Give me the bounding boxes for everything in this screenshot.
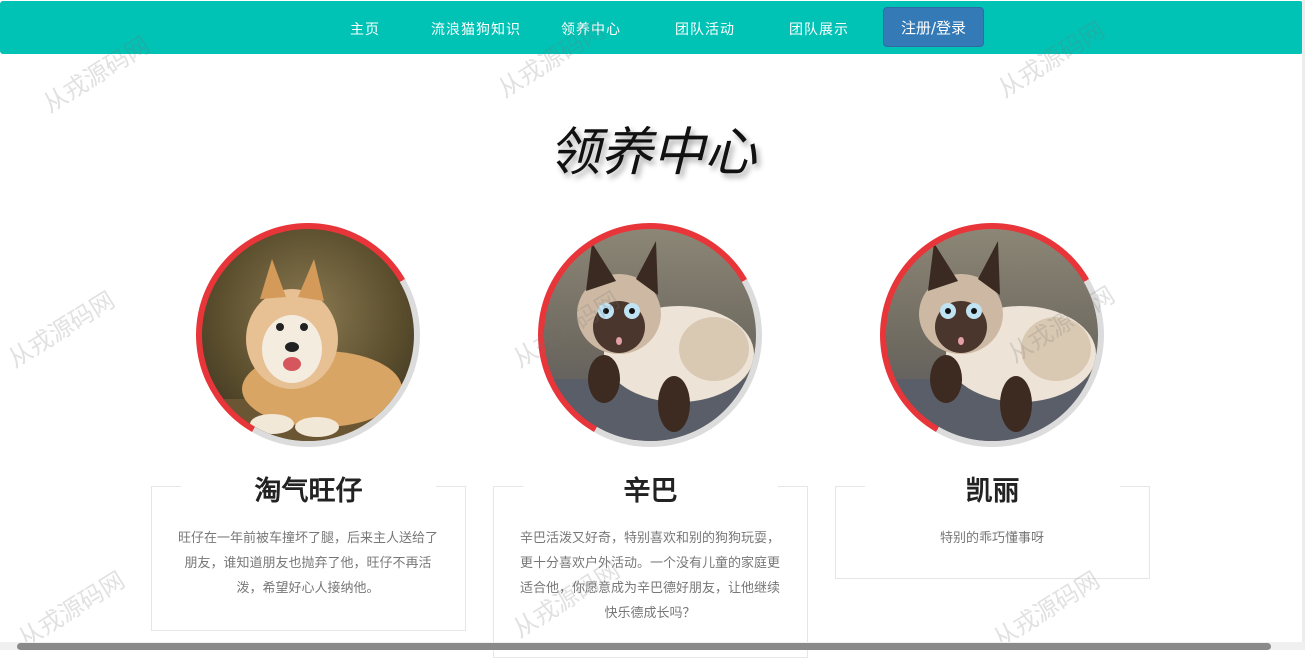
photo-ring — [196, 223, 420, 447]
watermark: 从戎源码网 — [13, 565, 130, 654]
pet-name: 辛巴 — [623, 476, 678, 507]
pet-name: 凯丽 — [965, 476, 1020, 507]
pet-description: 旺仔在一年前被车撞坏了腿，后来主人送给了朋友，谁知道朋友也抛弃了他，旺仔不再活泼… — [177, 531, 438, 596]
nav-item-adoption[interactable]: 领养中心 — [561, 19, 621, 39]
cat-photo — [544, 229, 756, 441]
scrollbar-thumb[interactable] — [17, 643, 1271, 650]
nav-item-home[interactable]: 主页 — [350, 19, 380, 39]
nav-item-activities[interactable]: 团队活动 — [675, 19, 735, 39]
page-title: 领养中心 — [548, 123, 757, 183]
nav-item-team[interactable]: 团队展示 — [789, 19, 849, 39]
pet-description: 特别的乖巧懂事呀 — [939, 531, 1044, 546]
dog-photo — [202, 229, 414, 441]
pet-description: 辛巴活泼又好奇，特别喜欢和别的狗狗玩耍，更十分喜欢户外活动。一个没有儿童的家庭更… — [519, 531, 780, 621]
photo-ring — [538, 223, 762, 447]
horizontal-scrollbar[interactable] — [0, 642, 1305, 650]
pet-name: 淘气旺仔 — [254, 476, 363, 507]
top-navbar: 主页 流浪猫狗知识 领养中心 团队活动 团队展示 注册/登录 — [0, 1, 1303, 54]
cat-photo — [886, 229, 1098, 441]
login-button[interactable]: 注册/登录 — [883, 7, 984, 47]
nav-item-knowledge[interactable]: 流浪猫狗知识 — [431, 19, 521, 39]
watermark: 从戎源码网 — [3, 285, 120, 374]
photo-ring — [880, 223, 1104, 447]
